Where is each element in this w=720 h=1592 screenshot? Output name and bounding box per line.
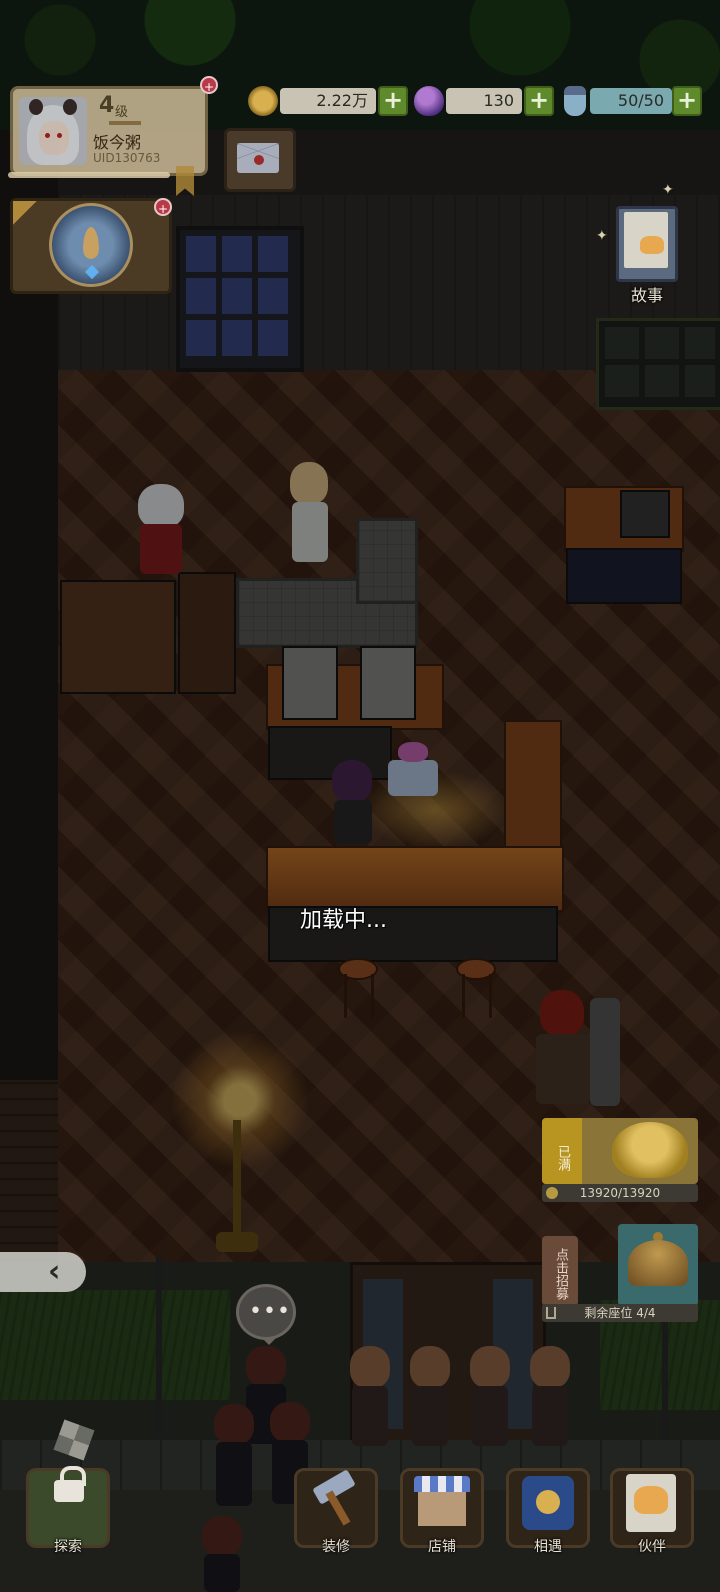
- sparkle-icon: ✦: [596, 228, 608, 244]
- gold-pile-icon: [612, 1122, 688, 1178]
- game-screen: 4 级 饭今粥 UID130763 + 2.22万 + 130 + 50/50 …: [0, 0, 720, 1592]
- player-uid: UID130763: [93, 151, 161, 165]
- coin-icon: [248, 86, 278, 116]
- loading-text: 加载中...: [300, 908, 387, 933]
- add-gold-button[interactable]: +: [378, 86, 408, 116]
- remaining-seats: 剩余座位 4/4: [542, 1304, 698, 1322]
- potion-icon: [564, 86, 586, 116]
- player-level-unit: 级: [115, 105, 129, 120]
- nav-explore-label: 探索: [54, 1539, 82, 1555]
- nav-encounter-label: 相遇: [534, 1539, 562, 1555]
- nav-shop-label: 店铺: [428, 1539, 456, 1555]
- recruit-button[interactable]: 点击招募: [542, 1236, 578, 1306]
- sparkle-icon: ✦: [662, 182, 674, 198]
- level-underline: [109, 121, 141, 125]
- shop-icon: [414, 1476, 470, 1492]
- ellipsis-icon: •••: [249, 1299, 291, 1324]
- gem-egg-icon: [414, 86, 444, 116]
- recruit-panel[interactable]: 点击招募 剩余座位 4/4: [542, 1224, 698, 1322]
- gem-amount: 130: [446, 88, 522, 114]
- experience-bar: [8, 172, 170, 178]
- stamina-resource: 50/50 +: [562, 86, 704, 116]
- chair-icon: [546, 1307, 556, 1319]
- gold-full-tag: 已满: [542, 1118, 582, 1184]
- coin-icon: [546, 1187, 558, 1199]
- nav-decorate-label: 装修: [322, 1539, 350, 1555]
- player-profile-card[interactable]: 4 级 饭今粥 UID130763: [10, 86, 208, 176]
- season-notification-badge: +: [154, 198, 172, 216]
- stamina-amount: 50/50: [590, 88, 672, 114]
- player-name: 饭今粥: [93, 133, 142, 152]
- gold-storage-count: 13920/13920: [542, 1184, 698, 1202]
- profile-notification-badge: +: [200, 76, 218, 94]
- gold-collect-panel[interactable]: 已满 13920/13920: [542, 1118, 698, 1202]
- wax-seal: [254, 155, 264, 165]
- avatar: [19, 97, 87, 165]
- add-gem-button[interactable]: +: [524, 86, 554, 116]
- story-label: 故事: [630, 286, 663, 305]
- nav-partner-label: 伙伴: [638, 1539, 666, 1555]
- collapse-panel-button[interactable]: ‹: [0, 1252, 86, 1292]
- season-pass-button[interactable]: [10, 198, 172, 294]
- chat-bubble-button[interactable]: •••: [236, 1284, 296, 1345]
- mail-button[interactable]: [224, 128, 296, 192]
- bell-icon[interactable]: [628, 1240, 688, 1286]
- add-stamina-button[interactable]: +: [672, 86, 702, 116]
- gem-resource: 130 +: [414, 86, 556, 116]
- gold-amount: 2.22万: [280, 88, 376, 114]
- gold-resource: 2.22万 +: [248, 86, 410, 116]
- chevron-left-icon: ‹: [48, 1254, 61, 1289]
- player-level: 4: [99, 93, 115, 118]
- story-button[interactable]: 故事: [604, 202, 690, 306]
